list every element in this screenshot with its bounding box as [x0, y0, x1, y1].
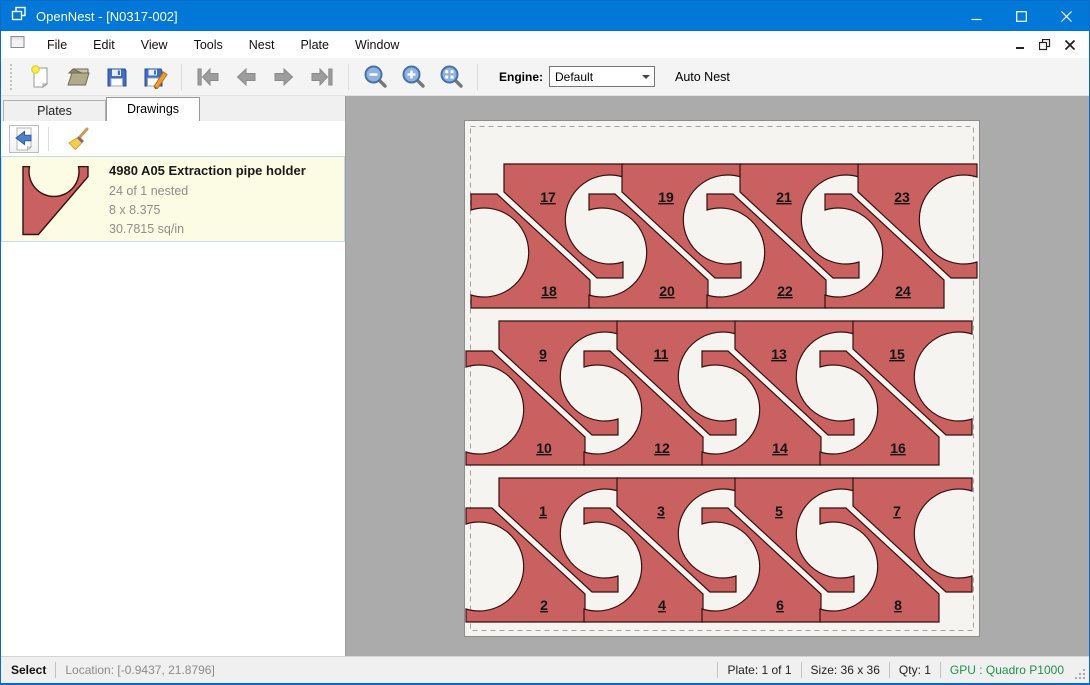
engine-select[interactable]: Default	[549, 66, 655, 87]
status-separator	[801, 662, 802, 678]
status-bar: Select Location: [-0.9437, 21.8796] Plat…	[1, 656, 1089, 683]
part-number-label: 24	[895, 283, 911, 299]
menu-view[interactable]: View	[128, 33, 181, 57]
go-previous-icon[interactable]	[230, 62, 262, 92]
menu-tools[interactable]: Tools	[181, 33, 236, 57]
part-number-label: 9	[539, 346, 547, 362]
part-number-label: 20	[659, 283, 675, 299]
mdi-close-button[interactable]	[1059, 35, 1081, 55]
part-number-label: 4	[658, 597, 666, 613]
menu-plate[interactable]: Plate	[287, 33, 342, 57]
drawing-nested-count: 24 of 1 nested	[109, 182, 306, 201]
part-number-label: 21	[776, 189, 792, 205]
chevron-down-icon[interactable]	[638, 67, 654, 86]
status-size: Size: 36 x 36	[811, 663, 880, 677]
status-qty: Qty: 1	[899, 663, 931, 677]
part-number-label: 10	[536, 440, 552, 456]
import-drawing-icon[interactable]	[9, 125, 39, 153]
drawing-title: 4980 A05 Extraction pipe holder	[109, 163, 306, 178]
drawing-thumbnail	[22, 166, 90, 241]
status-location: Location: [-0.9437, 21.8796]	[65, 663, 214, 677]
part-number-label: 2	[540, 597, 548, 613]
resize-grip[interactable]	[1074, 668, 1086, 680]
nest-canvas[interactable]: 171819202122232491011121314151612345678	[346, 96, 1089, 656]
part-number-label: 17	[540, 189, 556, 205]
status-gpu: GPU : Quadro P1000	[950, 663, 1064, 677]
status-plate: Plate: 1 of 1	[727, 663, 791, 677]
drawing-size: 8 x 8.375	[109, 201, 306, 220]
toolbar-separator	[348, 64, 349, 90]
part-number-label: 15	[889, 346, 905, 362]
menu-window[interactable]: Window	[342, 33, 412, 57]
zoom-in-icon[interactable]	[397, 62, 429, 92]
main-toolbar: Engine: Default Auto Nest	[1, 58, 1089, 96]
part-number-label: 12	[654, 440, 670, 456]
minimize-button[interactable]	[954, 1, 999, 31]
auto-nest-button[interactable]: Auto Nest	[669, 66, 736, 88]
window-title: OpenNest - [N0317-002]	[36, 9, 954, 24]
part-number-label: 5	[775, 503, 783, 519]
drawing-list-empty-area	[1, 242, 345, 656]
drawing-list-item[interactable]: 4980 A05 Extraction pipe holder 24 of 1 …	[1, 156, 345, 242]
menu-file[interactable]: File	[34, 33, 80, 57]
status-mode: Select	[11, 663, 46, 677]
toolbar-separator	[181, 64, 182, 90]
status-separator	[889, 662, 890, 678]
part-number-label: 23	[894, 189, 910, 205]
title-bar: OpenNest - [N0317-002]	[1, 1, 1089, 31]
clean-broom-icon[interactable]	[63, 125, 93, 153]
engine-label: Engine:	[499, 70, 543, 84]
tab-plates[interactable]: Plates	[3, 100, 106, 121]
part-number-label: 1	[539, 503, 547, 519]
status-separator	[55, 662, 56, 678]
part-number-label: 11	[654, 346, 669, 362]
go-last-icon[interactable]	[306, 62, 338, 92]
save-icon[interactable]	[101, 62, 133, 92]
app-window: OpenNest - [N0317-002] File Edit View To…	[0, 0, 1090, 685]
new-document-icon[interactable]	[25, 62, 57, 92]
tab-strip: Plates Drawings	[1, 96, 345, 121]
part-number-label: 14	[772, 440, 788, 456]
go-next-icon[interactable]	[268, 62, 300, 92]
save-as-icon[interactable]	[139, 62, 171, 92]
part-number-label: 3	[657, 503, 665, 519]
part-number-label: 22	[777, 283, 793, 299]
part-number-label: 13	[771, 346, 787, 362]
menu-edit[interactable]: Edit	[80, 33, 128, 57]
drawing-area: 30.7815 sq/in	[109, 220, 306, 239]
status-separator	[940, 662, 941, 678]
app-icon	[11, 6, 27, 27]
status-separator	[717, 662, 718, 678]
left-panel: Plates Drawings 4980 A05 Extraction pipe…	[1, 96, 346, 656]
mdi-minimize-button[interactable]	[1009, 35, 1031, 55]
panel-toolbar-separator	[48, 127, 49, 151]
plate-svg: 171819202122232491011121314151612345678	[464, 120, 980, 637]
part-number-label: 8	[894, 597, 902, 613]
part-number-label: 19	[658, 189, 674, 205]
document-window-icon[interactable]	[10, 35, 26, 55]
engine-value: Default	[550, 70, 638, 84]
part-number-label: 7	[893, 503, 901, 519]
go-first-icon[interactable]	[192, 62, 224, 92]
menu-bar: File Edit View Tools Nest Plate Window	[1, 31, 1089, 58]
zoom-out-icon[interactable]	[359, 62, 391, 92]
mdi-restore-button[interactable]	[1034, 35, 1056, 55]
part-number-label: 6	[776, 597, 784, 613]
drawings-toolbar	[1, 121, 345, 156]
tab-drawings[interactable]: Drawings	[106, 97, 200, 121]
part-number-label: 16	[890, 440, 906, 456]
toolbar-grip[interactable]	[10, 64, 14, 90]
zoom-fit-icon[interactable]	[435, 62, 467, 92]
open-folder-icon[interactable]	[63, 62, 95, 92]
toolbar-separator	[477, 64, 478, 90]
part-number-label: 18	[541, 283, 557, 299]
maximize-button[interactable]	[999, 1, 1044, 31]
close-button[interactable]	[1044, 1, 1089, 31]
menu-nest[interactable]: Nest	[236, 33, 288, 57]
